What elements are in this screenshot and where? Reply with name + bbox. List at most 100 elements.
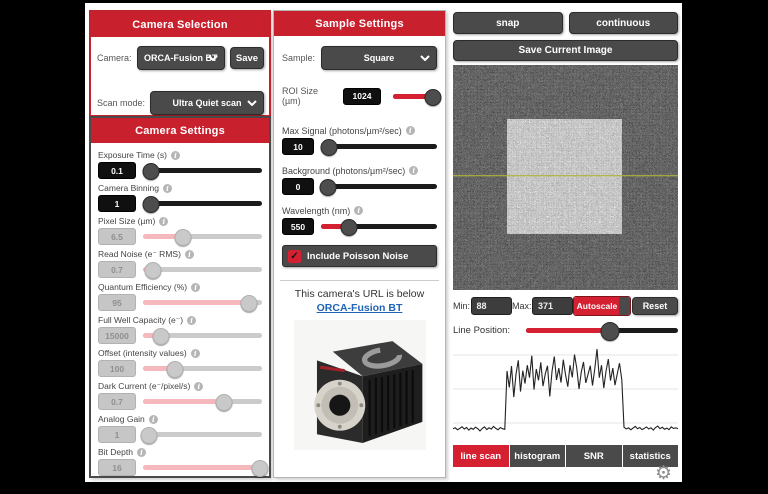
max-input[interactable]: 371 xyxy=(532,297,573,315)
bit-depth-slider[interactable] xyxy=(143,460,262,475)
chevron-down-icon xyxy=(208,55,218,61)
tab-line-scan[interactable]: line scan xyxy=(453,445,509,467)
exposure-time-group: Exposure Time (s)i0.1 xyxy=(98,149,262,182)
slider-track[interactable] xyxy=(143,201,262,206)
slider-handle[interactable] xyxy=(144,262,161,279)
camera-binning-value: 1 xyxy=(98,195,136,212)
pixel-size-slider[interactable] xyxy=(143,229,262,244)
camera-settings-header: Camera Settings xyxy=(91,118,269,143)
info-icon[interactable]: i xyxy=(191,283,200,292)
slider-handle[interactable] xyxy=(319,179,336,196)
info-icon[interactable]: i xyxy=(409,166,418,175)
full-well-capacity-group: Full Well Capacity (e⁻)i15000 xyxy=(98,314,262,347)
analog-gain-label: Analog Gain xyxy=(98,414,145,424)
slider-track[interactable] xyxy=(143,432,262,437)
analog-gain-value: 1 xyxy=(98,426,136,443)
slider-handle[interactable] xyxy=(167,361,184,378)
info-icon[interactable]: i xyxy=(159,217,168,226)
read-noise-slider[interactable] xyxy=(143,262,262,277)
slider-handle[interactable] xyxy=(600,322,619,341)
sample-label: Sample: xyxy=(282,53,315,63)
info-icon[interactable]: i xyxy=(185,250,194,259)
sample-select[interactable]: Square xyxy=(321,46,437,70)
line-position-slider[interactable] xyxy=(526,322,678,339)
analog-gain-slider[interactable] xyxy=(143,427,262,442)
bit-depth-group: Bit Depthi16 xyxy=(98,446,262,479)
include-poisson-noise-toggle[interactable]: ✓ Include Poisson Noise xyxy=(282,245,437,267)
camera-product-image xyxy=(294,320,426,450)
exposure-time-slider[interactable] xyxy=(143,163,262,178)
analysis-tabs: line scanhistogramSNRstatistics xyxy=(453,445,678,467)
dark-current-group: Dark Current (e⁻/pixel/s)i0.7 xyxy=(98,380,262,413)
slider-handle[interactable] xyxy=(152,328,169,345)
slider-track[interactable] xyxy=(143,168,262,173)
slider-handle[interactable] xyxy=(321,139,338,156)
dark-current-slider[interactable] xyxy=(143,394,262,409)
info-icon[interactable]: i xyxy=(406,126,415,135)
slider-track[interactable] xyxy=(321,144,437,149)
max-signal-slider[interactable] xyxy=(321,139,437,154)
wavelength-slider[interactable] xyxy=(321,219,437,234)
quantum-efficiency-value: 95 xyxy=(98,294,136,311)
full-well-capacity-slider[interactable] xyxy=(143,328,262,343)
roi-size-slider[interactable] xyxy=(393,89,437,104)
background-slider[interactable] xyxy=(321,179,437,194)
slider-track[interactable] xyxy=(321,184,437,189)
save-current-image-button[interactable]: Save Current Image xyxy=(453,40,678,61)
scan-mode-select[interactable]: Ultra Quiet scan xyxy=(150,91,264,115)
info-icon[interactable]: i xyxy=(137,448,146,457)
checkbox-checked-icon[interactable]: ✓ xyxy=(288,250,301,263)
snap-button[interactable]: snap xyxy=(453,12,563,34)
info-icon[interactable]: i xyxy=(187,316,196,325)
offset-slider[interactable] xyxy=(143,361,262,376)
bit-depth-value: 16 xyxy=(98,459,136,476)
read-noise-label: Read Noise (e⁻ RMS) xyxy=(98,249,181,260)
slider-handle[interactable] xyxy=(140,427,157,444)
slider-handle[interactable] xyxy=(251,460,268,477)
camera-binning-slider[interactable] xyxy=(143,196,262,211)
continuous-button[interactable]: continuous xyxy=(569,12,679,34)
autoscale-toggle[interactable]: Autoscale xyxy=(573,296,631,316)
slider-handle[interactable] xyxy=(215,394,232,411)
info-icon[interactable]: i xyxy=(149,415,158,424)
chevron-down-icon xyxy=(247,100,257,106)
offset-label: Offset (intensity values) xyxy=(98,348,187,358)
quantum-efficiency-slider[interactable] xyxy=(143,295,262,310)
tab-SNR[interactable]: SNR xyxy=(566,445,622,467)
sample-row: Sample: Square xyxy=(282,46,437,70)
line-scan-plot xyxy=(453,344,678,434)
camera-selection-panel: Camera Selection Camera: ORCA-Fusion BT … xyxy=(89,10,271,117)
slider-handle[interactable] xyxy=(175,229,192,246)
camera-url-link[interactable]: ORCA-Fusion BT xyxy=(274,302,445,314)
middle-column: Sample Settings Sample: Square ROI Size … xyxy=(273,3,446,482)
slider-fill xyxy=(143,300,249,305)
save-camera-button[interactable]: Save xyxy=(230,47,264,69)
info-icon[interactable]: i xyxy=(163,184,172,193)
camera-image-display[interactable] xyxy=(453,65,678,290)
info-icon[interactable]: i xyxy=(354,206,363,215)
sample-settings-header: Sample Settings xyxy=(274,11,445,36)
camera-selection-header: Camera Selection xyxy=(91,12,269,37)
info-icon[interactable]: i xyxy=(194,382,203,391)
slider-handle[interactable] xyxy=(240,295,257,312)
pixel-size-group: Pixel Size (µm)i6.5 xyxy=(98,215,262,248)
slider-handle[interactable] xyxy=(340,219,357,236)
slider-handle[interactable] xyxy=(143,163,160,180)
camera-select[interactable]: ORCA-Fusion BT xyxy=(137,46,225,70)
settings-gear-icon[interactable]: ⚙ xyxy=(655,464,672,483)
divider xyxy=(280,280,439,281)
info-icon[interactable]: i xyxy=(171,151,180,160)
slider-handle[interactable] xyxy=(143,196,160,213)
slider-handle[interactable] xyxy=(424,89,441,106)
min-input[interactable]: 88 xyxy=(471,297,512,315)
reset-button[interactable]: Reset xyxy=(632,297,678,315)
right-column: snap continuous Save Current Image xyxy=(453,3,678,482)
roi-size-value: 1024 xyxy=(343,88,381,105)
line-scan-chart xyxy=(453,344,678,434)
camera-label: Camera: xyxy=(97,53,132,63)
camera-binning-group: Camera Binningi1 xyxy=(98,182,262,215)
tab-histogram[interactable]: histogram xyxy=(510,445,566,467)
background-value: 0 xyxy=(282,178,314,195)
autoscale-knob[interactable] xyxy=(619,297,630,315)
info-icon[interactable]: i xyxy=(191,349,200,358)
